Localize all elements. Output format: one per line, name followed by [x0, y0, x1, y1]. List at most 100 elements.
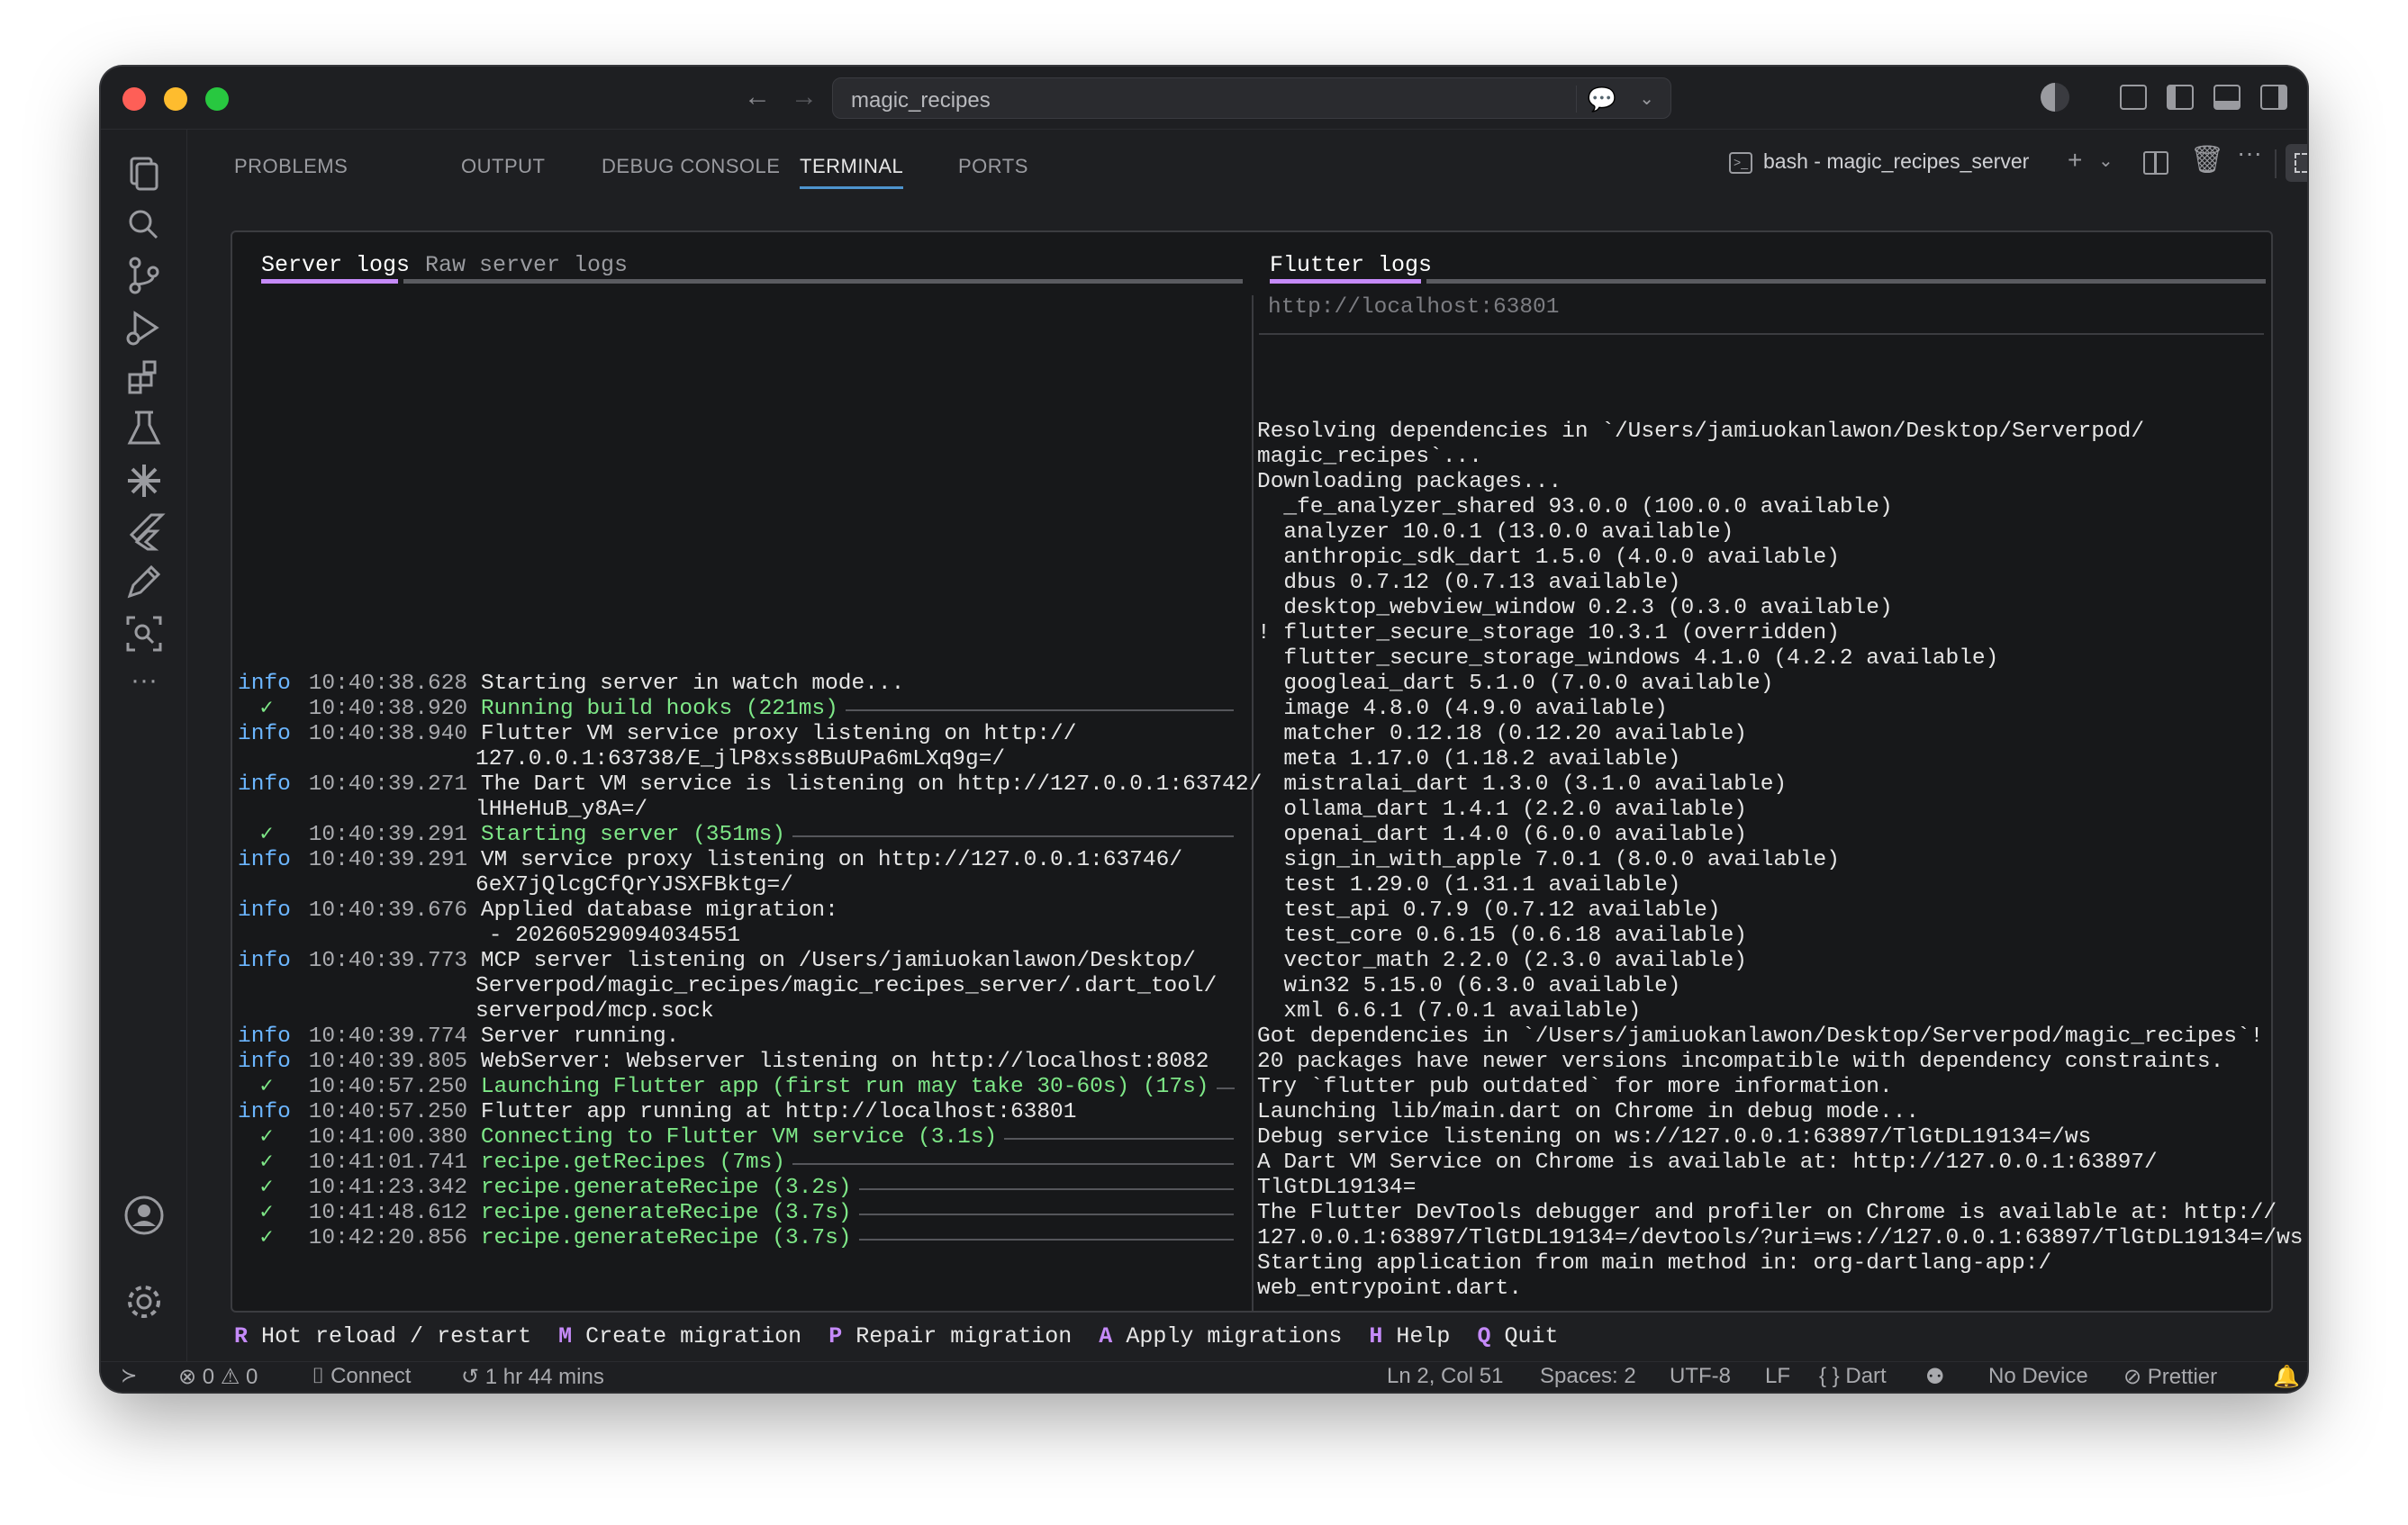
hotkey-label[interactable]: Quit: [1504, 1323, 1558, 1349]
tab-server-logs[interactable]: Server logs: [261, 252, 410, 278]
log-continuation: 6eX7jQlcgCfQrYJSXFBktg=/: [475, 873, 793, 898]
toggle-secondary-sidebar-icon[interactable]: [2260, 85, 2287, 110]
log-level: ✓: [259, 823, 274, 847]
chevron-down-icon[interactable]: ⌄: [1639, 87, 1654, 110]
flutter-log-line: sign_in_with_apple 7.0.1 (8.0.0 availabl…: [1257, 848, 1840, 872]
flutter-log-line: xml 6.6.1 (7.0.1 available): [1257, 999, 1642, 1024]
claude-icon[interactable]: [121, 457, 167, 504]
problems-status[interactable]: ⊗ 0 ⚠ 0: [178, 1364, 258, 1390]
hotkey-key[interactable]: Q: [1477, 1323, 1490, 1349]
chat-icon[interactable]: 💬: [1588, 86, 1616, 113]
close-window-button[interactable]: [122, 87, 146, 111]
hotkey-key[interactable]: P: [828, 1323, 842, 1349]
terminal-view[interactable]: Server logs Raw server logs Flutter logs…: [231, 230, 2304, 1313]
hotkey-key[interactable]: R: [234, 1323, 248, 1349]
split-terminal-icon[interactable]: [2143, 151, 2168, 175]
log-line: ✓ 10:41:23.342 recipe.generateRecipe (3.…: [238, 1176, 852, 1201]
log-timestamp: 10:40:57.250: [308, 1100, 468, 1124]
gear-icon[interactable]: [121, 1278, 167, 1325]
hotkey-key[interactable]: M: [558, 1323, 572, 1349]
tab-raw-server-logs[interactable]: Raw server logs: [425, 252, 628, 278]
indentation[interactable]: Spaces: 2: [1540, 1364, 1636, 1389]
more-actions-icon[interactable]: ···: [2237, 139, 2262, 167]
tab-output[interactable]: OUTPUT: [461, 155, 545, 178]
log-line: ✓ 10:41:00.380 Connecting to Flutter VM …: [238, 1125, 998, 1151]
run-debug-icon[interactable]: [121, 304, 167, 351]
log-message: recipe.generateRecipe (3.2s): [480, 1176, 852, 1200]
minimize-window-button[interactable]: [164, 87, 187, 111]
time-tracker[interactable]: ↺ 1 hr 44 mins: [461, 1364, 604, 1390]
hotkey-label[interactable]: Create migration: [585, 1323, 801, 1349]
status-bar: ≻ ⊗ 0 ⚠ 0 ⌷ Connect ↺ 1 hr 44 mins Ln 2,…: [101, 1361, 2307, 1392]
toggle-panel-icon[interactable]: [2213, 85, 2241, 110]
hotkey-label[interactable]: Repair migration: [855, 1323, 1072, 1349]
trash-icon[interactable]: 🗑: [2190, 144, 2224, 176]
copilot-icon[interactable]: [2041, 83, 2069, 112]
log-level: info: [238, 848, 291, 872]
flutter-log-line: flutter_secure_storage_windows 4.1.0 (4.…: [1257, 646, 1999, 671]
flutter-icon[interactable]: [121, 508, 167, 555]
explorer-icon[interactable]: [121, 149, 167, 196]
hotkey-key[interactable]: H: [1369, 1323, 1382, 1349]
zoom-window-button[interactable]: [205, 87, 229, 111]
log-timestamp: 10:40:39.805: [308, 1050, 468, 1074]
flutter-log-line: Starting application from main method in…: [1257, 1251, 2052, 1276]
log-line: ✓ 10:41:01.741 recipe.getRecipes (7ms): [238, 1151, 785, 1176]
log-message: Applied database migration:: [480, 898, 838, 923]
connect-status[interactable]: ⌷ Connect: [312, 1364, 411, 1389]
notifications-icon[interactable]: 🔔: [2273, 1364, 2300, 1390]
encoding[interactable]: UTF-8: [1670, 1364, 1731, 1389]
flutter-app-url[interactable]: http://localhost:63801: [1268, 295, 1559, 320]
history-icon: ↺: [461, 1365, 480, 1389]
log-message: recipe.generateRecipe (3.7s): [480, 1201, 852, 1225]
log-level: info: [238, 772, 291, 797]
flutter-log-line: openai_dart 1.4.0 (6.0.0 available): [1257, 823, 1747, 847]
flutter-log-line: test_api 0.7.9 (0.7.12 available): [1257, 898, 1721, 923]
terminal-name: bash - magic_recipes_server: [1763, 149, 2030, 173]
log-timestamp: 10:40:38.920: [308, 697, 468, 721]
edit-pen-icon[interactable]: [121, 558, 167, 605]
extensions-icon[interactable]: [121, 355, 167, 402]
toggle-sidebar-icon[interactable]: [2167, 85, 2194, 110]
log-message: MCP server listening on /Users/jamiuokan…: [480, 949, 1196, 973]
customize-layout-icon[interactable]: [2120, 85, 2147, 110]
back-arrow-icon[interactable]: ←: [744, 81, 771, 113]
panel-tab-bar: PROBLEMS OUTPUT DEBUG CONSOLE TERMINAL P…: [187, 130, 2307, 198]
new-terminal-icon[interactable]: +: [2068, 146, 2082, 175]
search-icon[interactable]: [121, 202, 167, 248]
log-continuation: lHHeHuB_y8A=/: [475, 798, 648, 822]
server-logs-tab-underline: [261, 279, 398, 284]
cursor-position[interactable]: Ln 2, Col 51: [1387, 1364, 1503, 1389]
copilot-status-icon[interactable]: ⚉: [1925, 1364, 1945, 1390]
database-icon: ⌷: [312, 1364, 325, 1388]
more-icon[interactable]: ···: [121, 663, 167, 709]
tab-flutter-logs[interactable]: Flutter logs: [1270, 252, 1432, 278]
hotkey-label[interactable]: Help: [1396, 1323, 1450, 1349]
hotkey-key[interactable]: A: [1099, 1323, 1112, 1349]
tab-terminal[interactable]: TERMINAL: [800, 155, 904, 189]
device-selector[interactable]: No Device: [1988, 1364, 2088, 1389]
flutter-log-line: Downloading packages...: [1257, 470, 1562, 494]
maximize-panel-icon[interactable]: [2286, 144, 2307, 182]
formatter-status[interactable]: ⊘ Prettier: [2123, 1364, 2217, 1390]
end-of-line[interactable]: LF: [1765, 1364, 1790, 1389]
url-divider: [1259, 333, 2264, 335]
pane-divider[interactable]: [1252, 295, 1254, 1311]
log-rule: [858, 1239, 1234, 1241]
account-icon[interactable]: [121, 1192, 167, 1239]
remote-explorer-icon[interactable]: [121, 610, 167, 657]
tab-problems[interactable]: PROBLEMS: [234, 155, 348, 178]
source-control-icon[interactable]: [121, 252, 167, 299]
tab-ports[interactable]: PORTS: [958, 155, 1028, 178]
hotkey-label[interactable]: Apply migrations: [1126, 1323, 1342, 1349]
remote-icon[interactable]: ≻: [121, 1364, 137, 1387]
language-mode[interactable]: { } Dart: [1819, 1364, 1887, 1389]
terminal-selector[interactable]: >_ bash - magic_recipes_server: [1729, 149, 2029, 174]
tab-debug-console[interactable]: DEBUG CONSOLE: [602, 155, 780, 178]
hotkey-label[interactable]: Hot reload / restart: [261, 1323, 531, 1349]
log-line: ✓ 10:42:20.856 recipe.generateRecipe (3.…: [238, 1226, 852, 1251]
forward-arrow-icon[interactable]: →: [791, 81, 818, 113]
testing-icon[interactable]: [121, 405, 167, 452]
chevron-down-icon[interactable]: ⌄: [2098, 149, 2114, 172]
command-center-search[interactable]: magic_recipes 💬 ⌄: [832, 77, 1671, 119]
